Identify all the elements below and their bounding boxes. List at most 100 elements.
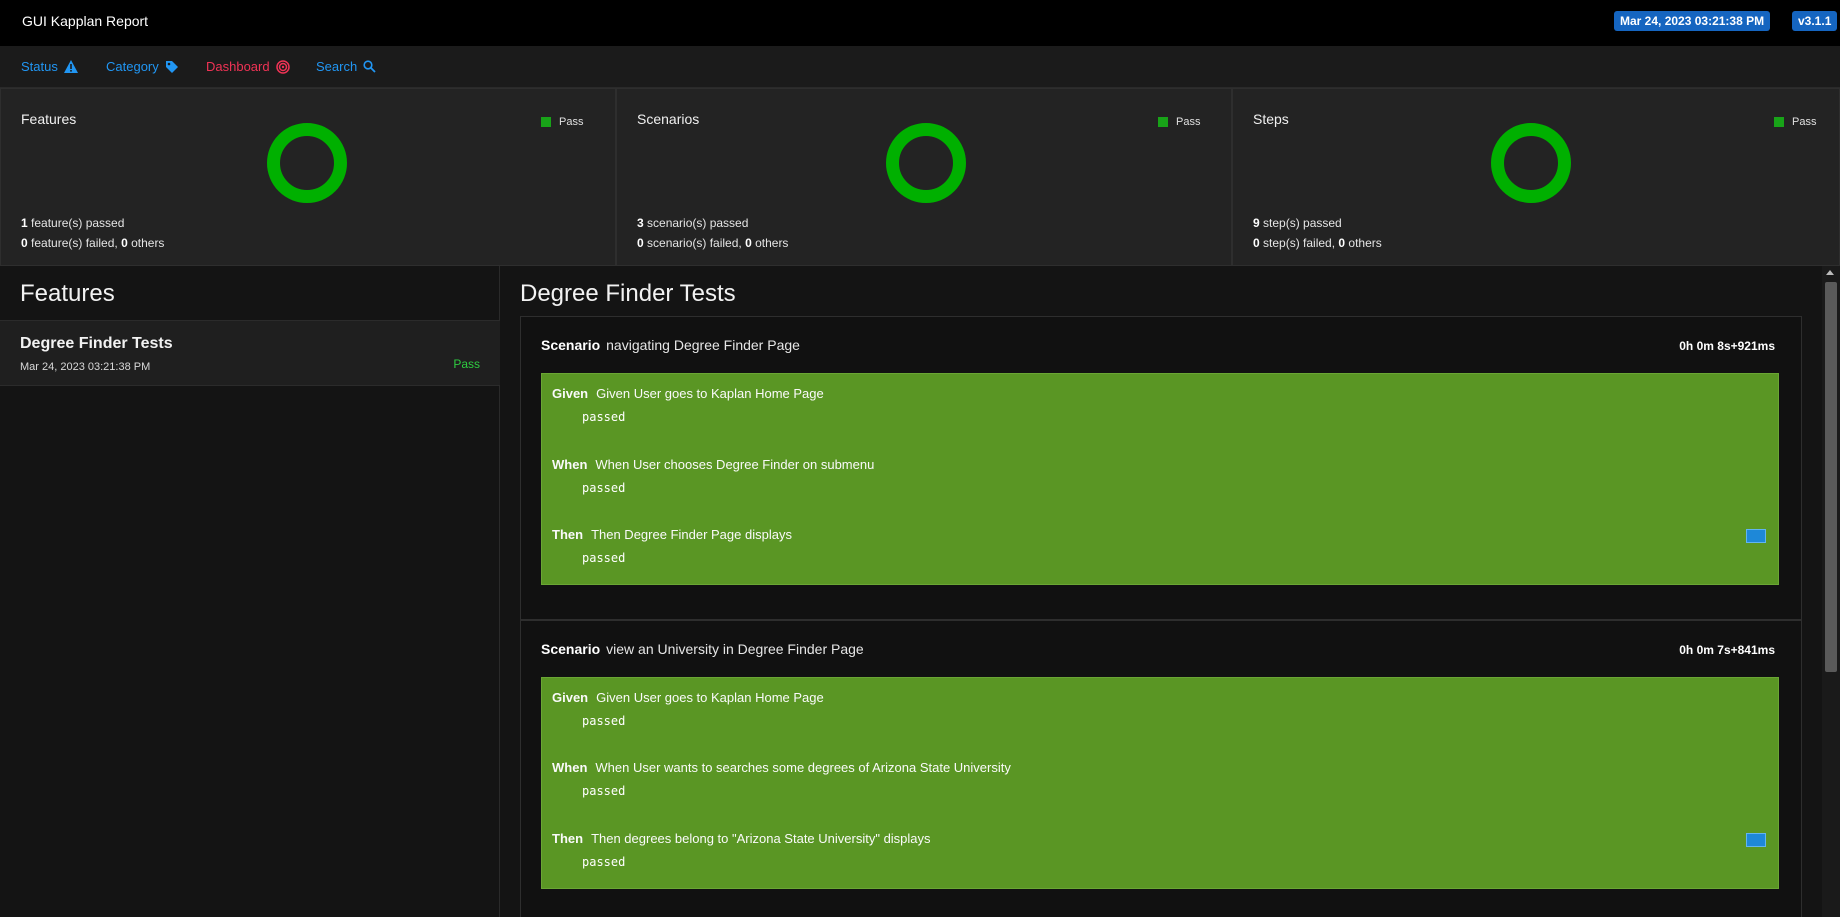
features-heading: Features <box>20 280 115 307</box>
others-label: others <box>1345 236 1382 250</box>
nav-dashboard-label: Dashboard <box>206 59 270 74</box>
warning-triangle-icon <box>63 60 78 73</box>
feature-name: Degree Finder Tests <box>20 335 173 352</box>
image-icon[interactable] <box>1746 833 1766 847</box>
failed-summary: 0 step(s) failed, 0 others <box>1253 236 1382 250</box>
passed-count: 9 <box>1253 216 1260 230</box>
feature-status-badge: Pass <box>453 357 480 371</box>
others-label: others <box>751 236 789 250</box>
features-stat-card: Features Pass 1 feature(s) passed 0 feat… <box>0 88 616 266</box>
chart-legend[interactable]: Pass <box>1774 116 1816 128</box>
failed-label: scenario(s) failed, <box>643 236 746 250</box>
scenario-keyword: Scenario <box>541 641 601 657</box>
feature-list-item[interactable]: Degree Finder Tests Mar 24, 2023 03:21:3… <box>0 320 500 386</box>
card-title: Scenarios <box>637 111 700 127</box>
step-text: Given User goes to Kaplan Home Page <box>596 690 824 705</box>
pass-donut-chart[interactable] <box>267 123 347 203</box>
chart-legend[interactable]: Pass <box>541 116 583 128</box>
step-item: When When User chooses Degree Finder on s… <box>552 457 1762 495</box>
scenario-card: Scenario navigating Degree Finder Page 0h… <box>520 316 1802 620</box>
legend-label: Pass <box>1792 116 1817 128</box>
steps-list: Given Given User goes to Kaplan Home Page… <box>541 677 1779 889</box>
nav-status[interactable]: Status <box>21 59 78 74</box>
scenario-keyword: Scenario <box>541 337 601 353</box>
step-text: Then Degree Finder Page displays <box>591 527 792 542</box>
version-badge: v3.1.1 <box>1792 11 1838 31</box>
scenario-name: view an University in Degree Finder Page <box>606 641 864 657</box>
others-count: 0 <box>745 236 752 250</box>
scenario-name: navigating Degree Finder Page <box>606 337 800 353</box>
step-result: passed <box>582 855 626 869</box>
step-item: Then Then Degree Finder Page displays pas… <box>552 527 1762 565</box>
failed-summary: 0 feature(s) failed, 0 others <box>21 236 164 250</box>
passed-label: scenario(s) passed <box>643 216 749 230</box>
steps-stat-card: Steps Pass 9 step(s) passed 0 step(s) fa… <box>1232 88 1840 266</box>
feature-detail-heading: Degree Finder Tests <box>520 280 736 307</box>
nav-category[interactable]: Category <box>106 59 179 74</box>
passed-count: 3 <box>637 216 644 230</box>
failed-count: 0 <box>21 236 28 250</box>
image-icon[interactable] <box>1746 529 1766 543</box>
tag-icon <box>165 60 178 73</box>
failed-summary: 0 scenario(s) failed, 0 others <box>637 236 788 250</box>
scroll-up-arrow[interactable] <box>1826 270 1834 275</box>
search-icon <box>363 60 376 73</box>
failed-label: feature(s) failed, <box>27 236 122 250</box>
step-item: Given Given User goes to Kaplan Home Page… <box>552 386 1762 424</box>
step-result: passed <box>582 784 626 798</box>
legend-label: Pass <box>1176 116 1201 128</box>
pass-donut-chart[interactable] <box>886 123 966 203</box>
passed-summary: 1 feature(s) passed <box>21 216 124 230</box>
step-keyword: Given <box>552 386 589 401</box>
card-title: Steps <box>1253 111 1289 127</box>
scroll-thumb[interactable] <box>1825 282 1837 672</box>
passed-label: feature(s) passed <box>27 216 125 230</box>
failed-label: step(s) failed, <box>1259 236 1339 250</box>
features-panel: Features Degree Finder Tests Mar 24, 202… <box>0 266 500 917</box>
passed-summary: 3 scenario(s) passed <box>637 216 748 230</box>
scenario-duration: 0h 0m 7s+841ms <box>1679 643 1775 657</box>
step-keyword: Given <box>552 690 589 705</box>
nav-search[interactable]: Search <box>316 59 376 74</box>
step-text: When User chooses Degree Finder on subme… <box>595 457 875 472</box>
step-item: When When User wants to searches some deg… <box>552 760 1762 798</box>
step-text: Then degrees belong to "Arizona State Un… <box>591 831 931 846</box>
report-date-badge: Mar 24, 2023 03:21:38 PM <box>1614 11 1771 31</box>
legend-label: Pass <box>559 116 584 128</box>
failed-count: 0 <box>637 236 644 250</box>
dashboard-spiral-icon <box>275 59 290 74</box>
others-label: others <box>127 236 165 250</box>
step-keyword: When <box>552 760 588 775</box>
others-count: 0 <box>121 236 128 250</box>
step-keyword: When <box>552 457 588 472</box>
scenario-card: Scenario view an University in Degree Fin… <box>520 620 1802 917</box>
nav-search-label: Search <box>316 59 358 74</box>
scenario-header[interactable]: Scenario view an University in Degree Fin… <box>541 641 864 657</box>
scenarios-stat-card: Scenarios Pass 3 scenario(s) passed 0 sc… <box>616 88 1232 266</box>
nav-bar: Status Category Dashboard Search <box>0 46 1840 88</box>
passed-count: 1 <box>21 216 28 230</box>
failed-count: 0 <box>1253 236 1260 250</box>
step-result: passed <box>582 714 626 728</box>
card-title: Features <box>21 111 77 127</box>
nav-dashboard[interactable]: Dashboard <box>206 59 290 74</box>
top-bar: GUI Kapplan Report Mar 24, 2023 03:21:38… <box>0 0 1840 46</box>
step-result: passed <box>582 410 626 424</box>
step-text: Given User goes to Kaplan Home Page <box>596 386 824 401</box>
detail-scrollbar[interactable] <box>1822 266 1840 917</box>
nav-status-label: Status <box>21 59 58 74</box>
legend-swatch <box>1158 117 1168 127</box>
step-item: Then Then degrees belong to "Arizona Stat… <box>552 831 1762 869</box>
chart-legend[interactable]: Pass <box>1158 116 1200 128</box>
step-result: passed <box>582 551 626 565</box>
scenario-duration: 0h 0m 8s+921ms <box>1679 339 1775 353</box>
legend-swatch <box>541 117 551 127</box>
scenario-header[interactable]: Scenario navigating Degree Finder Page <box>541 337 800 353</box>
step-text: When User wants to searches some degrees… <box>595 760 1011 775</box>
feature-date: Mar 24, 2023 03:21:38 PM <box>20 361 151 373</box>
passed-summary: 9 step(s) passed <box>1253 216 1342 230</box>
feature-detail-panel: Degree Finder Tests Scenario navigating D… <box>500 266 1822 917</box>
pass-donut-chart[interactable] <box>1491 123 1571 203</box>
nav-category-label: Category <box>106 59 159 74</box>
step-result: passed <box>582 481 626 495</box>
